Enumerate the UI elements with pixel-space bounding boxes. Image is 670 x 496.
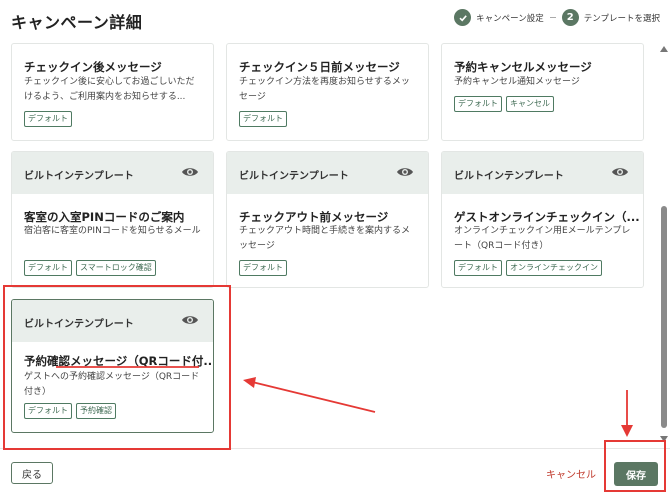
tag: デフォルト	[454, 96, 502, 112]
dialog-header: キャンペーン詳細 キャンペーン設定 2 テンプレートを選択	[0, 0, 670, 40]
scrollbar-thumb[interactable]	[661, 206, 667, 428]
card-description: チェックイン方法を再度お知らせするメッセージ	[239, 77, 410, 102]
tag: デフォルト	[239, 111, 287, 127]
card-header: ビルトインテンプレート	[442, 152, 643, 194]
campaign-detail-dialog: キャンペーン詳細 キャンペーン設定 2 テンプレートを選択 チェックイン後メッセ…	[0, 0, 670, 496]
tag: キャンセル	[506, 96, 554, 112]
tag: デフォルト	[24, 111, 72, 127]
tag: スマートロック確認	[76, 260, 156, 276]
step-select-template[interactable]: 2 テンプレートを選択	[561, 9, 660, 26]
card-header-label: ビルトインテンプレート	[454, 171, 564, 182]
template-card[interactable]: ビルトインテンプレート チェックアウト前メッセージ チェックアウト時間と手続きを…	[226, 151, 429, 288]
template-card[interactable]: ビルトインテンプレート 客室の入室PINコードのご案内 宿泊客に客室のPINコー…	[11, 151, 214, 288]
card-description: チェックイン後に安心してお過ごしいただけるよう、ご利用案内をお知らせする...	[24, 77, 195, 102]
eye-icon[interactable]	[396, 166, 414, 178]
card-title: ゲストオンラインチェックイン（...	[454, 210, 640, 224]
stepper: キャンペーン設定 2 テンプレートを選択	[454, 9, 660, 26]
card-header-label: ビルトインテンプレート	[24, 171, 134, 182]
step-label: テンプレートを選択	[583, 13, 660, 24]
card-header: ビルトインテンプレート	[227, 152, 428, 194]
step-connector	[549, 17, 556, 18]
card-title: チェックアウト前メッセージ	[239, 210, 389, 224]
tag: デフォルト	[454, 260, 502, 276]
card-tags: デフォルト	[239, 260, 287, 276]
tag: デフォルト	[239, 260, 287, 276]
card-header-label: ビルトインテンプレート	[239, 171, 349, 182]
card-title: チェックイン５日前メッセージ	[239, 60, 400, 74]
card-tags: デフォルト キャンセル	[454, 96, 554, 112]
dialog-title: キャンペーン詳細	[11, 13, 143, 32]
scrollbar[interactable]	[657, 40, 670, 448]
annotation-highlight-card	[3, 285, 231, 450]
annotation-highlight-save	[604, 440, 666, 492]
card-tags: デフォルト スマートロック確認	[24, 260, 156, 276]
card-title: チェックイン後メッセージ	[24, 60, 162, 74]
tag: オンラインチェックイン	[506, 260, 602, 276]
card-description: チェックアウト時間と手続きを案内するメッセージ	[239, 226, 411, 251]
check-circle-icon	[454, 9, 472, 26]
card-tags: デフォルト オンラインチェックイン	[454, 260, 602, 276]
card-description: オンラインチェックイン用Eメールテンプレート（QRコード付き）	[454, 226, 631, 251]
step-campaign-settings[interactable]: キャンペーン設定	[454, 9, 544, 26]
dialog-footer: 戻る キャンセル 保存	[0, 448, 670, 496]
card-tags: デフォルト	[239, 111, 287, 127]
tag: デフォルト	[24, 260, 72, 276]
card-header: ビルトインテンプレート	[12, 152, 213, 194]
card-title: 客室の入室PINコードのご案内	[24, 210, 185, 224]
template-card[interactable]: 予約キャンセルメッセージ 予約キャンセル通知メッセージ デフォルト キャンセル	[441, 43, 644, 141]
step-label: キャンペーン設定	[476, 13, 544, 24]
eye-icon[interactable]	[181, 166, 199, 178]
cancel-button[interactable]: キャンセル	[546, 466, 596, 481]
step-number: 2	[561, 9, 579, 26]
card-description: 予約キャンセル通知メッセージ	[454, 77, 580, 87]
template-card[interactable]: チェックイン後メッセージ チェックイン後に安心してお過ごしいただけるよう、ご利用…	[11, 43, 214, 141]
back-button[interactable]: 戻る	[11, 462, 53, 484]
card-description: 宿泊客に客室のPINコードを知らせるメール	[24, 226, 201, 236]
card-tags: デフォルト	[24, 111, 72, 127]
card-title: 予約キャンセルメッセージ	[454, 60, 592, 74]
eye-icon[interactable]	[611, 166, 629, 178]
scroll-up-arrow-icon[interactable]	[660, 46, 668, 52]
template-card[interactable]: チェックイン５日前メッセージ チェックイン方法を再度お知らせするメッセージ デフ…	[226, 43, 429, 141]
template-card[interactable]: ビルトインテンプレート ゲストオンラインチェックイン（... オンラインチェック…	[441, 151, 644, 288]
